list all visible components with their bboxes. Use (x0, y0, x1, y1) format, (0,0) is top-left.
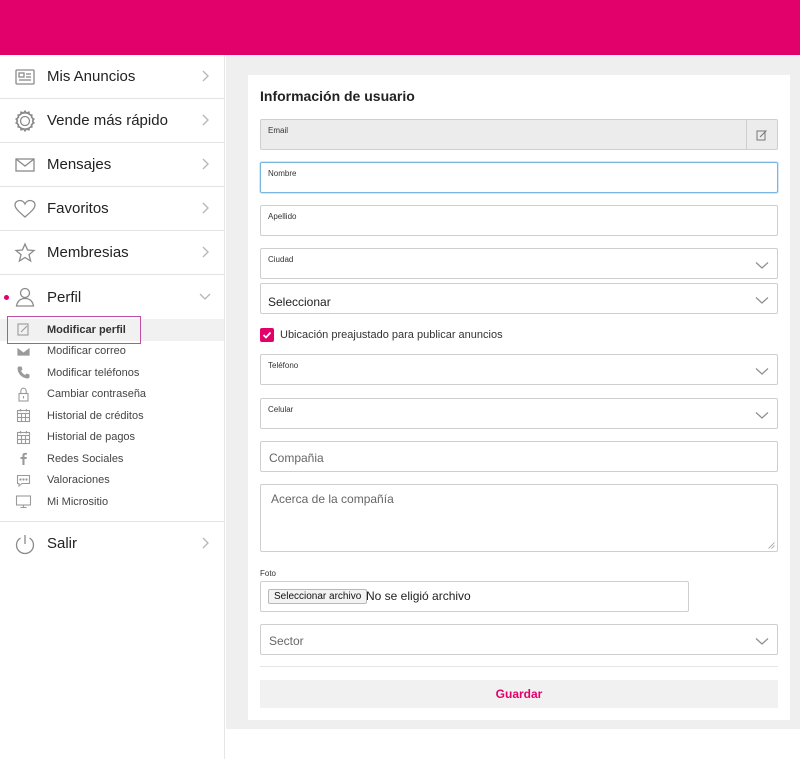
email-field[interactable]: Email (260, 119, 778, 150)
submenu-item-modificar-correo[interactable]: Modificar correo (0, 341, 224, 363)
submenu-item-label: Cambiar contraseña (47, 388, 147, 401)
sidebar-item-label: Vende más rápido (47, 112, 168, 129)
id-card-icon (13, 65, 37, 89)
chevron-down-icon (198, 289, 212, 303)
telefono-label: Teléfono (268, 361, 299, 370)
chevron-down-icon (755, 293, 769, 307)
ciudad-select[interactable]: Ciudad (260, 248, 778, 279)
celular-select[interactable]: Celular (260, 398, 778, 429)
file-status-text: No se eligió archivo (366, 589, 471, 603)
badge-icon (13, 109, 37, 133)
edit-email-button[interactable] (746, 120, 777, 149)
acerca-placeholder: Acerca de la compañía (271, 492, 394, 506)
star-icon (13, 241, 37, 265)
chevron-right-icon (198, 157, 212, 171)
submenu-item-label: Mi Micrositio (47, 495, 109, 508)
calendar-icon (15, 408, 32, 423)
sidebar-item-salir[interactable]: Salir (0, 522, 224, 566)
submenu-item-redes-sociales[interactable]: Redes Sociales (0, 448, 224, 470)
preset-location-label: Ubicación preajustado para publicar anun… (280, 329, 503, 341)
envelope-icon (15, 344, 32, 359)
sidebar-item-perfil[interactable]: Perfil (0, 275, 224, 319)
select-file-button[interactable]: Seleccionar archivo (268, 589, 368, 604)
submenu-item-label: Redes Sociales (47, 452, 124, 465)
chevron-down-icon (755, 364, 769, 378)
submenu-item-label: Historial de pagos (47, 431, 136, 444)
envelope-icon (13, 153, 37, 177)
submenu-divider (0, 513, 224, 522)
apellido-field[interactable]: Apellido (260, 205, 778, 236)
acerca-compania-textarea[interactable]: Acerca de la compañía (260, 484, 778, 552)
submenu-item-mi-micrositio[interactable]: Mi Micrositio (0, 491, 224, 513)
sector-placeholder: Sector (269, 634, 304, 648)
checkmark-icon (262, 331, 272, 339)
heart-icon (13, 197, 37, 221)
form-title: Información de usuario (260, 88, 415, 104)
chevron-right-icon (198, 536, 212, 550)
sidebar-item-label: Mensajes (47, 156, 112, 173)
sidebar: Mis Anuncios Vende más rápido Mensajes F… (0, 55, 225, 759)
sector-select[interactable]: Sector (260, 624, 778, 655)
chevron-right-icon (198, 113, 212, 127)
location-select[interactable]: Seleccionar (260, 283, 778, 314)
monitor-icon (15, 494, 32, 509)
email-label: Email (268, 126, 289, 135)
form-divider (260, 666, 778, 667)
submenu-item-label: Modificar teléfonos (47, 366, 140, 379)
submenu-item-cambiar-contrasena[interactable]: Cambiar contraseña (0, 384, 224, 406)
ciudad-label: Ciudad (268, 255, 294, 264)
submenu-item-historial-creditos[interactable]: Historial de créditos (0, 405, 224, 427)
chevron-down-icon (755, 634, 769, 648)
edit-icon (15, 322, 32, 337)
chevron-down-icon (755, 408, 769, 422)
calendar-icon (15, 430, 32, 445)
compania-input[interactable]: Compañia (260, 441, 778, 472)
sidebar-item-label: Mis Anuncios (47, 68, 136, 85)
sidebar-item-mis-anuncios[interactable]: Mis Anuncios (0, 55, 224, 99)
resize-grip-icon[interactable] (768, 542, 775, 549)
preset-location-row[interactable]: Ubicación preajustado para publicar anun… (260, 327, 503, 343)
nombre-input[interactable] (268, 175, 748, 191)
submenu-item-label: Valoraciones (47, 474, 110, 487)
submenu-item-label: Historial de créditos (47, 409, 144, 422)
apellido-input[interactable] (268, 218, 748, 234)
chevron-right-icon (198, 245, 212, 259)
power-icon (13, 532, 37, 556)
chevron-right-icon (198, 69, 212, 83)
active-indicator (4, 295, 9, 300)
compania-placeholder: Compañia (269, 451, 324, 465)
chevron-down-icon (755, 258, 769, 272)
submenu-item-historial-pagos[interactable]: Historial de pagos (0, 427, 224, 449)
submenu-item-label: Modificar correo (47, 345, 126, 358)
telefono-select[interactable]: Teléfono (260, 354, 778, 385)
sidebar-item-favoritos[interactable]: Favoritos (0, 187, 224, 231)
chat-icon (15, 473, 32, 488)
sidebar-item-label: Favoritos (47, 200, 109, 217)
sidebar-item-mensajes[interactable]: Mensajes (0, 143, 224, 187)
sidebar-item-label: Salir (47, 535, 78, 552)
submenu-item-label: Modificar perfil (47, 323, 126, 336)
phone-icon (15, 365, 32, 380)
submenu-item-modificar-perfil[interactable]: Modificar perfil (0, 316, 224, 344)
sidebar-item-vende-mas-rapido[interactable]: Vende más rápido (0, 99, 224, 143)
submenu-item-valoraciones[interactable]: Valoraciones (0, 470, 224, 492)
sidebar-item-membresias[interactable]: Membresias (0, 231, 224, 275)
top-header-bar (0, 0, 800, 55)
edit-icon (756, 129, 767, 140)
celular-label: Celular (268, 405, 294, 414)
nombre-field[interactable]: Nombre (260, 162, 778, 193)
location-select-value: Seleccionar (268, 295, 331, 309)
sidebar-item-label: Membresias (47, 244, 129, 261)
chevron-right-icon (198, 201, 212, 215)
foto-file-input: Seleccionar archivo No se eligió archivo (260, 581, 689, 612)
preset-location-checkbox[interactable] (260, 328, 274, 342)
save-button[interactable]: Guardar (260, 680, 778, 708)
perfil-submenu: Modificar perfil Modificar correo Modifi… (0, 316, 224, 522)
lock-icon (15, 387, 32, 402)
submenu-item-modificar-telefonos[interactable]: Modificar teléfonos (0, 362, 224, 384)
user-icon (13, 285, 37, 309)
facebook-icon (15, 451, 32, 466)
sidebar-item-label: Perfil (47, 288, 82, 306)
foto-label: Foto (260, 569, 277, 578)
